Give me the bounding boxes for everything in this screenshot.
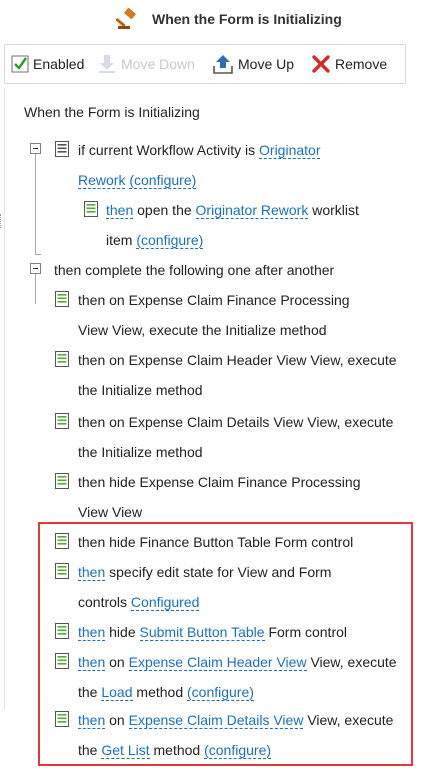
configure-link[interactable]: (configure) <box>136 232 204 249</box>
then-link[interactable]: then <box>106 202 134 219</box>
move-down-label: Move Down <box>121 56 195 72</box>
remove-button[interactable]: Remove <box>311 54 395 76</box>
move-up-icon <box>213 55 233 74</box>
condition-line-1: if current Workflow Activity is Originat… <box>78 142 321 159</box>
move-down-button[interactable]: Move Down <box>97 54 203 76</box>
rule-document-icon <box>55 141 69 157</box>
highlight-box <box>38 522 413 766</box>
action-text: View, execute <box>307 712 394 728</box>
condition-action-line-2: item (configure) <box>106 232 204 249</box>
action-8-line-2: the Load method (configure) <box>78 684 254 701</box>
group-label: then complete the following one after an… <box>54 262 335 278</box>
action-8-line-1: then on Expense Claim Header View View, … <box>78 654 397 671</box>
action-3-line-2: the Initialize method <box>78 444 203 460</box>
then-link[interactable]: then <box>78 624 106 641</box>
condition-line-2: Rework (configure) <box>78 172 197 189</box>
rule-document-icon <box>55 413 69 429</box>
enabled-checkbox[interactable]: Enabled <box>11 54 93 76</box>
view-link[interactable]: Expense Claim Details View <box>128 712 304 729</box>
remove-label: Remove <box>335 56 388 72</box>
action-text: specify edit state for View and Form <box>109 564 332 580</box>
rule-document-icon <box>55 653 69 669</box>
gavel-icon <box>116 8 136 29</box>
action-1-line-1: then on Expense Claim Finance Processing <box>78 292 350 308</box>
action-4-line-1: then hide Expense Claim Finance Processi… <box>78 474 361 490</box>
condition-prefix: if current Workflow Activity is <box>78 142 256 158</box>
configured-link[interactable]: Configured <box>130 594 200 611</box>
action-9-line-1: then on Expense Claim Details View View,… <box>78 712 394 729</box>
action-9-line-2: the Get List method (configure) <box>78 742 272 759</box>
action-text: method <box>153 742 201 758</box>
action-text: hide <box>109 624 136 640</box>
move-up-label: Move Up <box>238 56 295 72</box>
control-link[interactable]: Submit Button Table <box>139 624 265 641</box>
workflow-activity-link[interactable]: Originator <box>259 142 321 159</box>
configure-link[interactable]: (configure) <box>204 742 272 759</box>
page-title: When the Form is Initializing <box>152 11 342 27</box>
then-link[interactable]: then <box>78 564 106 581</box>
rule-document-icon <box>84 201 98 217</box>
action-text: the <box>78 742 98 758</box>
worklist-link[interactable]: Originator Rework <box>195 202 309 219</box>
action-text: controls <box>78 594 128 610</box>
action-text: on <box>109 712 125 728</box>
action-text: Form control <box>268 624 348 640</box>
remove-icon <box>312 55 330 73</box>
action-text: the <box>78 684 98 700</box>
action-text: open the <box>137 202 192 218</box>
header: When the Form is Initializing <box>0 0 406 40</box>
tree-connector <box>35 154 36 254</box>
action-3-line-1: then on Expense Claim Details View View,… <box>78 414 394 430</box>
configure-link[interactable]: (configure) <box>129 172 197 189</box>
rule-document-icon <box>55 473 69 489</box>
move-up-button[interactable]: Move Up <box>213 54 301 76</box>
tree-connector <box>35 254 41 255</box>
collapse-toggle[interactable] <box>30 263 41 274</box>
action-text: worklist <box>312 202 359 218</box>
collapse-toggle[interactable] <box>30 143 41 154</box>
action-4-line-2: View View <box>78 504 143 520</box>
action-text: method <box>136 684 184 700</box>
method-link[interactable]: Load <box>101 684 133 701</box>
action-6-line-2: controls Configured <box>78 594 200 611</box>
rule-document-icon <box>55 563 69 579</box>
rule-document-icon <box>55 623 69 639</box>
move-down-icon <box>99 55 115 73</box>
action-1-line-2: View View, execute the Initialize method <box>78 322 327 338</box>
condition-action-line-1: then open the Originator Rework worklist <box>106 202 359 219</box>
action-text: on <box>109 654 125 670</box>
rule-document-icon <box>55 533 69 549</box>
splitter-handle[interactable] <box>0 214 2 228</box>
configure-link[interactable]: (configure) <box>187 684 254 701</box>
action-7-line-1: then hide Submit Button Table Form contr… <box>78 624 348 641</box>
action-6-line-1: then specify edit state for View and For… <box>78 564 332 581</box>
enabled-label: Enabled <box>33 56 85 72</box>
tree-connector <box>35 274 36 304</box>
then-link[interactable]: then <box>78 654 106 671</box>
action-2-line-2: the Initialize method <box>78 382 203 398</box>
method-link[interactable]: Get List <box>101 742 150 759</box>
rule-heading: When the Form is Initializing <box>24 104 200 120</box>
view-link[interactable]: Expense Claim Header View <box>128 654 307 671</box>
rule-document-icon <box>55 351 69 367</box>
workflow-activity-link-cont[interactable]: Rework <box>78 172 126 189</box>
toolbar: Enabled Move Down Move Up Remove <box>4 44 406 84</box>
then-link[interactable]: then <box>78 712 106 729</box>
action-text: View, execute <box>310 654 397 670</box>
action-2-line-1: then on Expense Claim Header View View, … <box>78 352 397 368</box>
action-5-line-1: then hide Finance Button Table Form cont… <box>78 534 354 550</box>
checkbox-checked-icon <box>11 55 29 73</box>
action-text: item <box>106 232 133 248</box>
rule-document-icon <box>55 291 69 307</box>
rule-document-icon <box>55 711 69 727</box>
